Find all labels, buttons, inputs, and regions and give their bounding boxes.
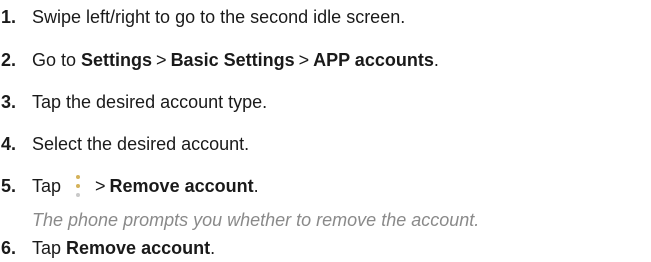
- step-number: 4.: [1, 133, 17, 154]
- period: .: [433, 49, 439, 70]
- menu-path-app-accounts: APP accounts: [313, 49, 434, 70]
- step-6: 6. Tap Remove account .: [0, 234, 215, 262]
- step-text: Tap: [32, 175, 62, 196]
- step-text: Swipe left/right to go to the second idl…: [32, 6, 406, 27]
- step-number: 2.: [1, 49, 17, 70]
- step-text: Go to: [32, 49, 82, 70]
- step-number: 5.: [1, 175, 17, 196]
- period: .: [253, 175, 259, 196]
- step-text: Tap: [32, 237, 67, 258]
- step-2: 2. Go to Settings > Basic Settings > APP…: [0, 46, 439, 74]
- step-number: 3.: [1, 91, 17, 112]
- step-5: 5. Tap > Remove account .: [0, 170, 259, 202]
- remove-account-label: Remove account: [66, 237, 211, 258]
- step-4: 4. Select the desired account.: [0, 130, 249, 158]
- step-3: 3. Tap the desired account type.: [0, 88, 267, 116]
- remove-account-label: Remove account: [109, 175, 254, 196]
- step-1: 1. Swipe left/right to go to the second …: [0, 3, 405, 31]
- path-separator: >: [298, 49, 310, 70]
- period: .: [210, 237, 216, 258]
- step-5-result-note: The phone prompts you whether to remove …: [32, 209, 480, 230]
- step-text: Tap the desired account type.: [32, 91, 268, 112]
- path-separator: >: [156, 49, 167, 70]
- more-vertical-icon: [67, 171, 91, 201]
- path-separator: >: [95, 175, 106, 196]
- menu-path-settings: Settings: [81, 49, 153, 70]
- step-text: Select the desired account.: [32, 133, 250, 154]
- step-number: 6.: [1, 237, 17, 258]
- menu-path-basic-settings: Basic Settings: [170, 49, 295, 70]
- step-number: 1.: [1, 6, 17, 27]
